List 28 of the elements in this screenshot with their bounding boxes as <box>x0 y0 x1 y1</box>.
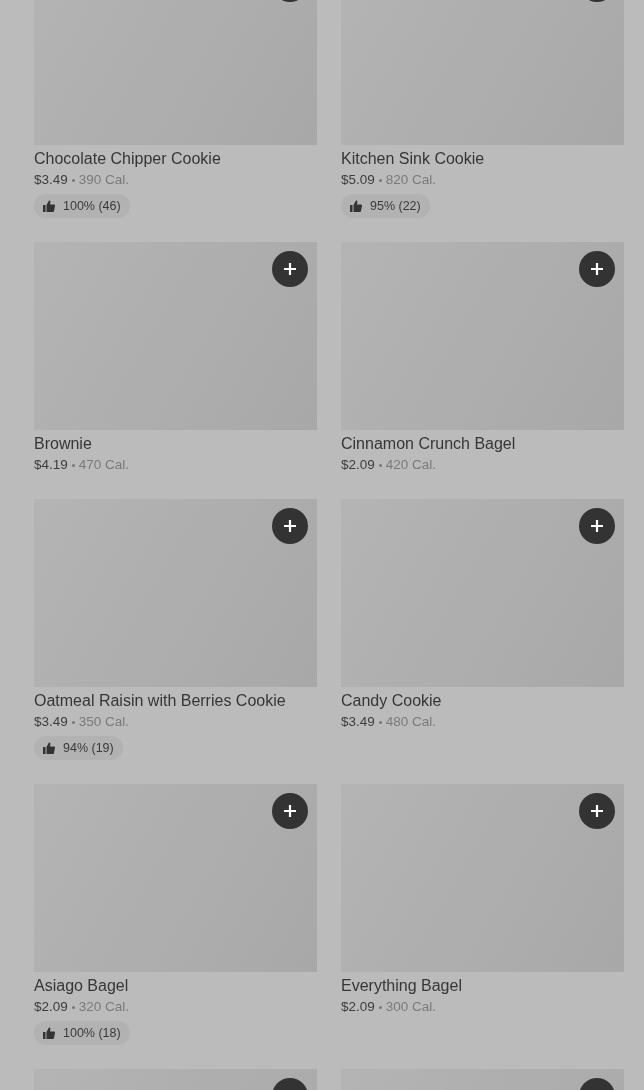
item-name: Asiago Bagel <box>34 976 130 996</box>
item-calories: 820 Cal. <box>385 171 437 189</box>
item-calories: 320 Cal. <box>78 998 130 1016</box>
item-name: Kitchen Sink Cookie <box>341 149 486 169</box>
item-name: Everything Bagel <box>341 976 463 996</box>
item-name: Candy Cookie <box>341 691 443 711</box>
item-price: $2.09 <box>34 998 68 1016</box>
item-name: Cinnamon Crunch Bagel <box>341 434 517 454</box>
rating-badge: 94% (19) <box>34 736 123 760</box>
item-name: Oatmeal Raisin with Berries Cookie <box>34 691 287 711</box>
item-price: $3.49 <box>341 713 375 731</box>
item-calories: 350 Cal. <box>78 713 130 731</box>
item-name: Chocolate Chipper Cookie <box>34 149 222 169</box>
item-calories: 480 Cal. <box>385 713 437 731</box>
rating-badge: 100% (18) <box>34 1021 130 1045</box>
item-calories: 300 Cal. <box>385 998 437 1016</box>
item-price: $5.09 <box>341 171 375 189</box>
item-price: $3.49 <box>34 171 68 189</box>
item-calories: 470 Cal. <box>78 456 130 474</box>
item-price: $4.19 <box>34 456 68 474</box>
rating-badge: 100% (46) <box>34 194 130 218</box>
item-price: $2.09 <box>341 456 375 474</box>
item-calories: 420 Cal. <box>385 456 437 474</box>
item-calories: 390 Cal. <box>78 171 130 189</box>
item-name: Brownie <box>34 434 93 454</box>
item-price: $3.49 <box>34 713 68 731</box>
item-price: $2.09 <box>341 998 375 1016</box>
rating-badge: 95% (22) <box>341 194 430 218</box>
